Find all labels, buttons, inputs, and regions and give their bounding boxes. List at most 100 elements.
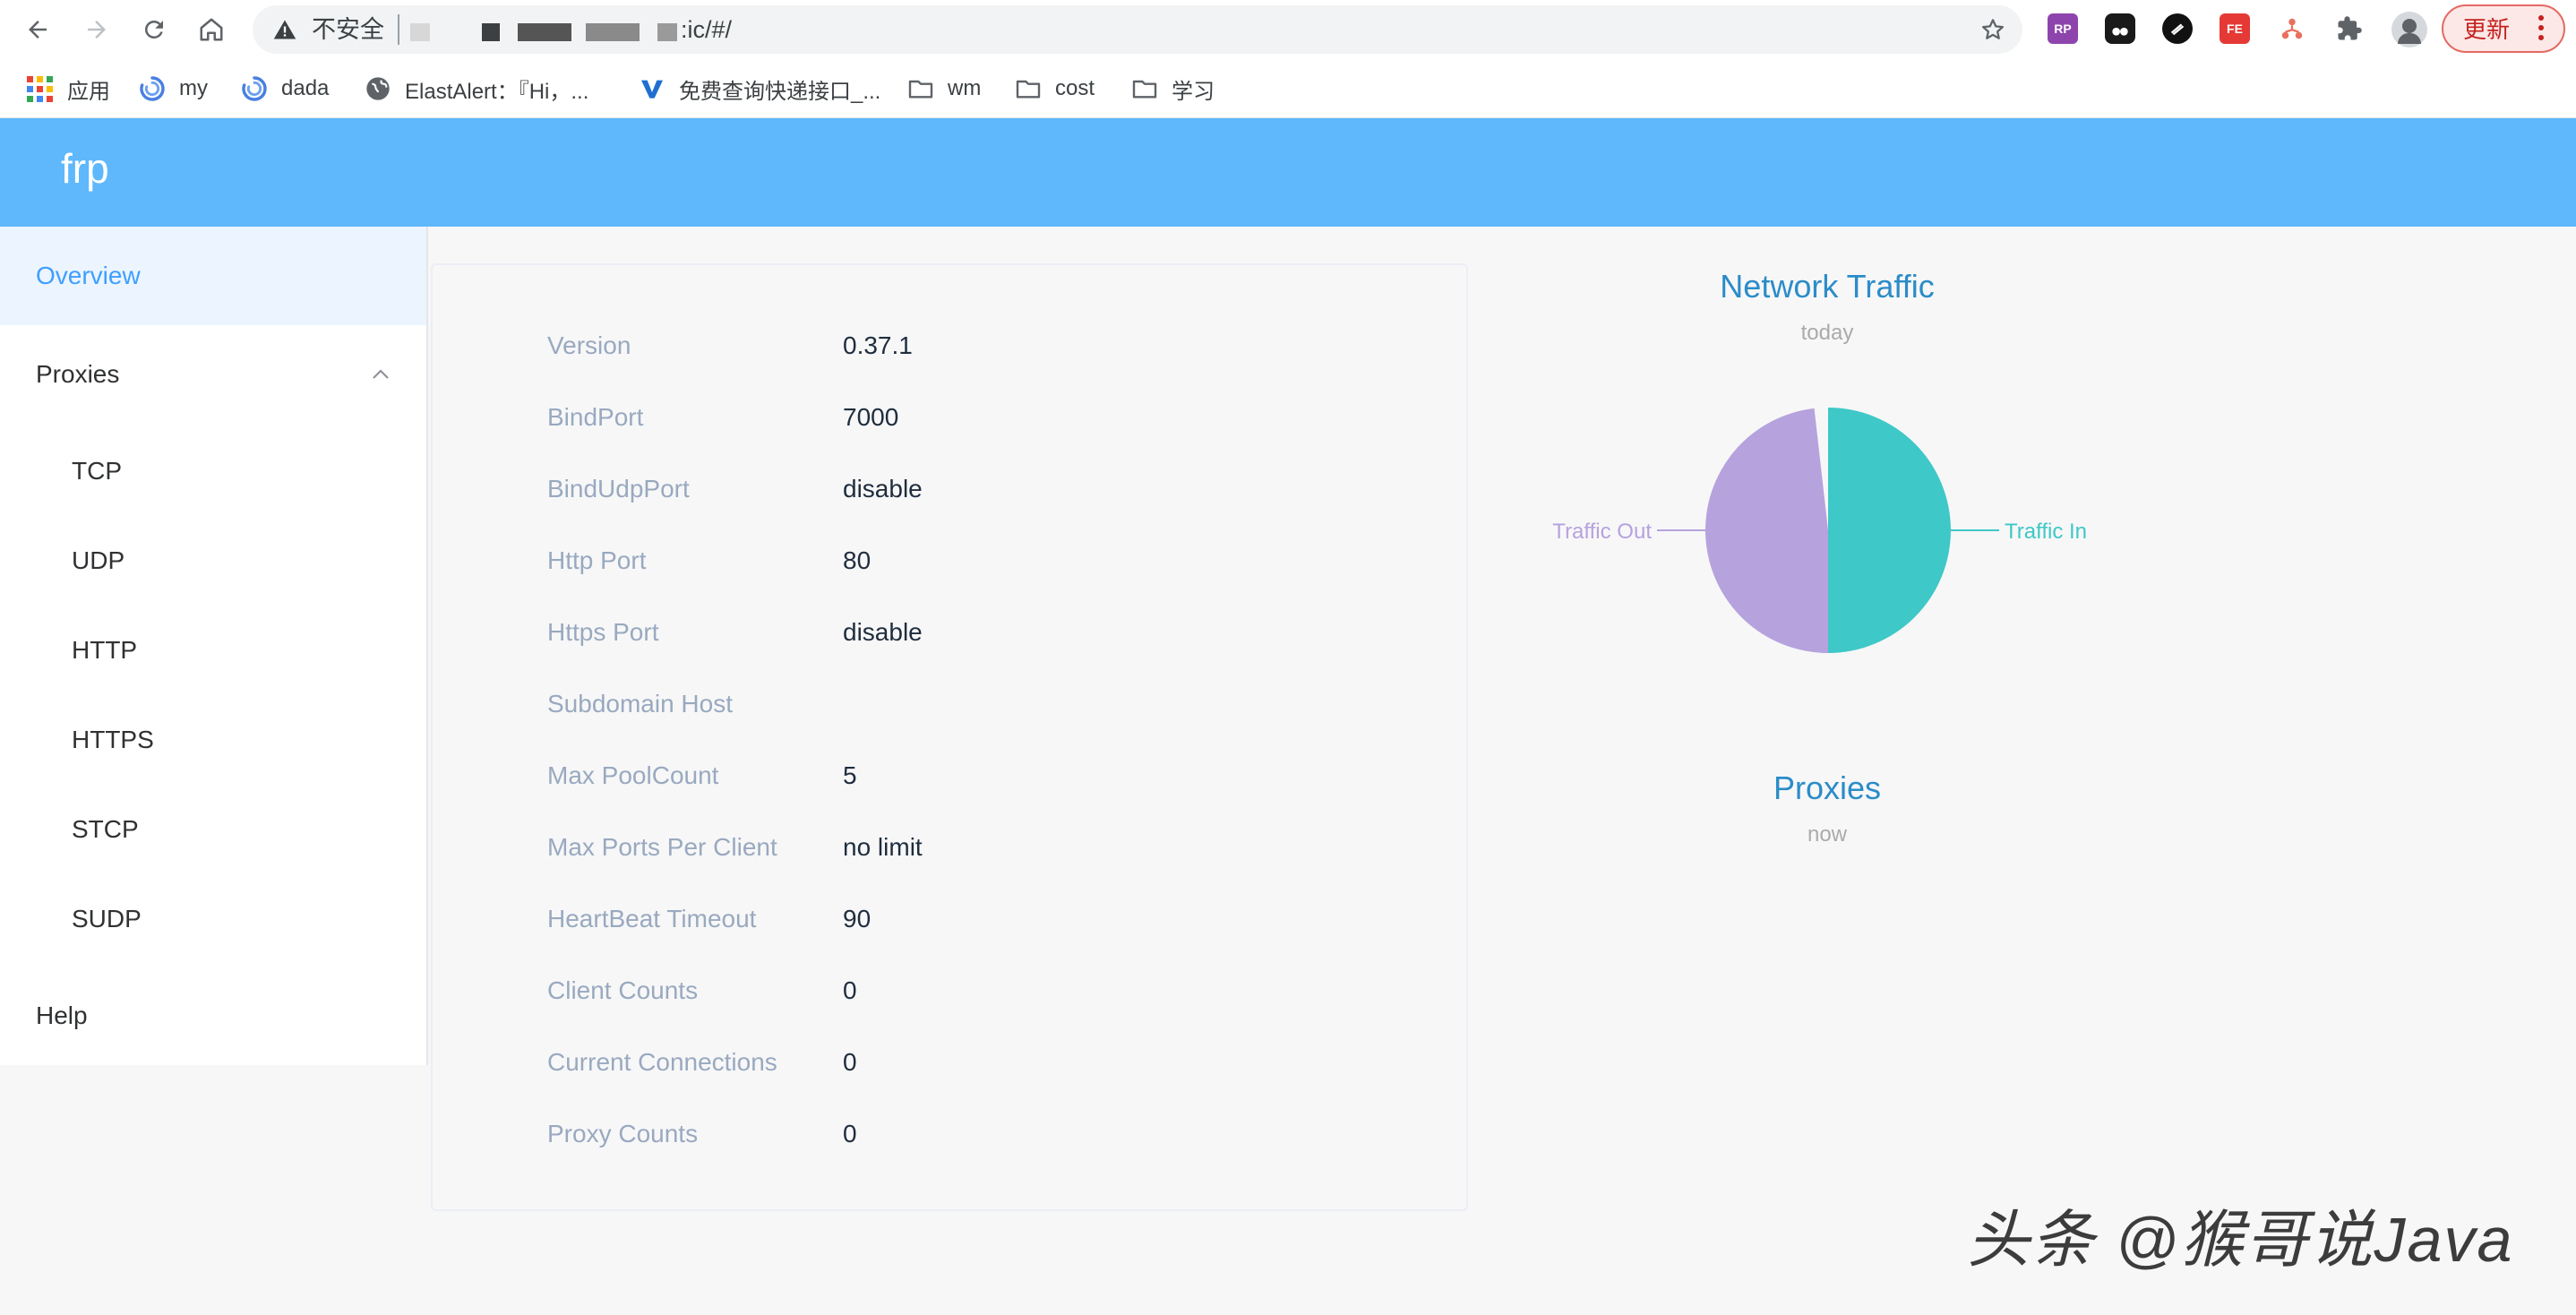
app-header: frp — [0, 118, 2576, 227]
bookmark-elastalert[interactable]: ElastAlert：『Hi，... — [364, 72, 588, 106]
info-row-version: Version 0.37.1 — [547, 328, 1425, 364]
traffic-chart-title: Network Traffic — [1720, 268, 1935, 305]
info-value: disable — [843, 618, 923, 646]
sidebar-item-label: Proxies — [36, 360, 120, 388]
bookmark-label: 学习 — [1172, 79, 1215, 104]
home-icon — [200, 18, 223, 41]
bookmark-express-api[interactable]: 免费查询快递接口_... — [638, 72, 880, 106]
info-key: Subdomain Host — [547, 690, 734, 718]
info-key: Proxy Counts — [547, 1120, 699, 1147]
info-key: Current Connections — [547, 1048, 777, 1076]
sidebar-item-overview[interactable]: Overview — [0, 227, 426, 325]
info-value: 80 — [843, 546, 872, 574]
info-key: HeartBeat Timeout — [547, 905, 757, 933]
sidebar-item-label: UDP — [72, 546, 125, 574]
info-row-current-connections: Current Connections 0 — [547, 1044, 1425, 1080]
folder-icon — [1016, 80, 1041, 99]
globe-icon — [366, 77, 390, 100]
server-info-card: Version 0.37.1 BindPort 7000 BindUdpPort di… — [431, 263, 1468, 1211]
forward-button[interactable] — [79, 12, 115, 47]
pie-label: Traffic Out — [1552, 520, 1652, 544]
sidebar-item-tcp[interactable]: TCP — [0, 426, 426, 516]
v-logo-icon — [641, 80, 663, 99]
puzzle-extensions-icon[interactable] — [2334, 13, 2365, 44]
sidebar-item-udp[interactable]: UDP — [0, 516, 426, 606]
info-key: Version — [547, 331, 631, 359]
bookmark-dada[interactable]: dada — [240, 72, 329, 106]
sidebar-item-help[interactable]: Help — [0, 967, 426, 1065]
sidebar-item-proxies[interactable]: Proxies — [0, 325, 426, 424]
sidebar-item-sudp[interactable]: SUDP — [0, 874, 426, 964]
pie-label: Traffic In — [2005, 520, 2087, 544]
update-button[interactable]: 更新 — [2442, 4, 2565, 53]
url-text: :ic/#/ — [681, 16, 733, 43]
redacted-block — [586, 23, 640, 41]
info-value: no limit — [843, 833, 923, 861]
spinner-icon — [140, 76, 165, 101]
arrow-right-icon — [88, 21, 106, 39]
traffic-chart-subtitle: today — [1800, 321, 1854, 345]
info-row-subdomain-host: Subdomain Host — [547, 686, 1425, 722]
sidebar-item-stcp[interactable]: STCP — [0, 785, 426, 874]
bookmark-folder-wm[interactable]: wm — [906, 72, 981, 106]
sidebar-item-label: STCP — [72, 815, 139, 843]
home-button[interactable] — [193, 12, 229, 47]
profile-avatar-icon[interactable] — [2391, 12, 2427, 47]
back-button[interactable] — [20, 12, 56, 47]
security-label: 不安全 — [312, 16, 384, 43]
info-key: BindPort — [547, 403, 644, 431]
folder-icon — [1132, 80, 1157, 99]
star-icon[interactable] — [1979, 16, 2006, 43]
fe-helper-extension-icon[interactable]: FE — [2220, 13, 2250, 44]
sidebar-item-http[interactable]: HTTP — [0, 606, 426, 695]
bookmark-label: 免费查询快递接口_... — [679, 79, 881, 104]
bookmarks-bar: 应用 my dada ElastAlert：『Hi，... 免费查询快递接口_.… — [0, 59, 2576, 118]
sidebar-item-label: HTTP — [72, 636, 138, 664]
address-bar[interactable]: 不安全 :ic/#/ — [253, 5, 2022, 54]
bookmark-folder-cost[interactable]: cost — [1014, 72, 1095, 106]
app-title: frp — [61, 145, 109, 192]
info-key: Max Ports Per Client — [547, 833, 777, 861]
update-label: 更新 — [2463, 16, 2511, 43]
info-value: 0 — [843, 976, 857, 1004]
redacted-block — [410, 23, 430, 41]
pie-slice-traffic-in[interactable] — [1828, 408, 1951, 653]
sidebar-item-label: TCP — [72, 457, 122, 485]
info-row-heartbeat-timeout: HeartBeat Timeout 90 — [547, 901, 1425, 937]
info-row-client-counts: Client Counts 0 — [547, 973, 1425, 1009]
bookmark-apps[interactable]: 应用 — [27, 72, 110, 106]
folder-icon — [908, 80, 933, 99]
bookmark-label: dada — [281, 76, 330, 100]
address-divider — [398, 14, 399, 45]
bookmark-label: 应用 — [67, 79, 110, 104]
reload-button[interactable] — [136, 12, 172, 47]
github-extension-icon[interactable] — [2162, 13, 2193, 44]
redacted-block — [518, 23, 571, 41]
info-value: 5 — [843, 761, 857, 789]
watermark: 头条 @猴哥说Java — [1967, 1205, 2514, 1275]
bookmark-my[interactable]: my — [138, 72, 208, 106]
sidebar-item-https[interactable]: HTTPS — [0, 695, 426, 785]
tampermonkey-extension-icon[interactable] — [2105, 13, 2135, 44]
bookmark-label: wm — [948, 76, 982, 100]
redacted-block — [482, 23, 500, 41]
info-row-proxy-counts: Proxy Counts 0 — [547, 1116, 1425, 1152]
axure-rp-extension-icon[interactable]: RP — [2048, 13, 2078, 44]
info-row-http-port: Http Port 80 — [547, 543, 1425, 579]
info-value: 90 — [843, 905, 872, 933]
info-row-https-port: Https Port disable — [547, 615, 1425, 650]
bookmark-label: ElastAlert：『Hi，... — [405, 79, 589, 104]
info-row-max-pool-count: Max PoolCount 5 — [547, 758, 1425, 794]
pie-slice-traffic-out[interactable] — [1705, 408, 1828, 653]
info-value: 0 — [843, 1120, 857, 1147]
info-key: Https Port — [547, 618, 659, 646]
bookmark-folder-study[interactable]: 学习 — [1130, 72, 1215, 106]
traffic-pie-chart[interactable]: Traffic In Traffic Out — [1523, 376, 2168, 699]
bookmark-label: my — [179, 76, 208, 100]
sitemap-extension-icon[interactable] — [2277, 13, 2307, 44]
browser-chrome: 不安全 :ic/#/ RP FE 更新 应用 my dada ElastAler… — [0, 0, 2576, 118]
info-row-bind-port: BindPort 7000 — [547, 400, 1425, 435]
sidebar: Overview Proxies TCP UDP HTTP HTTPS STCP… — [0, 227, 428, 1065]
sidebar-item-label: Help — [36, 1001, 88, 1029]
browser-toolbar: 不安全 :ic/#/ RP FE 更新 — [0, 0, 2576, 59]
